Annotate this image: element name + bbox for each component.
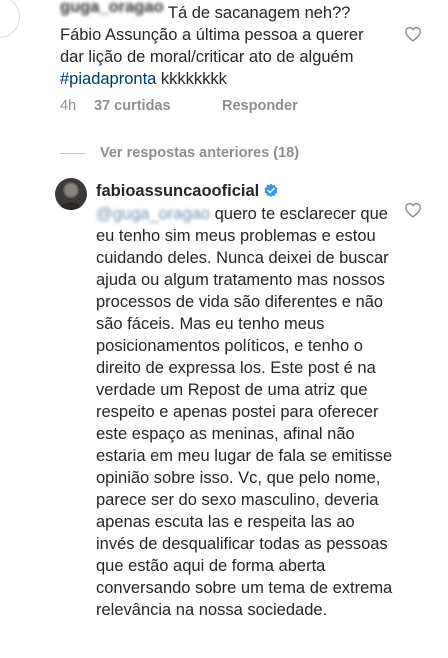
reply-avatar[interactable]: [55, 178, 87, 210]
comment-1-text-part2: kkkkkkkk: [156, 70, 227, 88]
mention-link[interactable]: @guga_oragao: [96, 203, 210, 225]
comment-1-likes[interactable]: 37 curtidas: [94, 98, 222, 114]
view-previous-replies[interactable]: Ver respostas anteriores (18): [60, 145, 299, 161]
comment-1-username[interactable]: guga_oragao: [60, 0, 164, 18]
comment-1-time: 4h: [60, 98, 77, 114]
comment-2-header: fabioassuncaooficial: [96, 180, 396, 202]
heart-icon[interactable]: [404, 26, 422, 42]
comment-1-meta: 4h 37 curtidas Responder: [60, 98, 298, 114]
commenter-avatar[interactable]: [0, 0, 20, 38]
comment-2: fabioassuncaooficial @guga_oragao quero …: [96, 180, 396, 621]
profile-photo-icon: [59, 184, 83, 210]
comment-1-text: guga_oragao Tá de sacanagem neh?? Fábio …: [60, 0, 390, 90]
heart-icon[interactable]: [404, 202, 422, 218]
view-replies-label[interactable]: Ver respostas anteriores (18): [100, 145, 299, 161]
verified-badge-icon: [264, 183, 278, 197]
hashtag-link[interactable]: #piadapronta: [60, 70, 156, 88]
comment-2-username[interactable]: fabioassuncaooficial: [96, 180, 259, 202]
comment-1: guga_oragao Tá de sacanagem neh?? Fábio …: [60, 0, 390, 90]
replies-divider-line: [60, 152, 86, 154]
comment-2-body: @guga_oragao quero te esclarecer que eu …: [96, 203, 396, 621]
reply-button[interactable]: Responder: [222, 98, 298, 114]
comment-2-text: quero te esclarecer que eu tenho sim meu…: [96, 205, 393, 619]
